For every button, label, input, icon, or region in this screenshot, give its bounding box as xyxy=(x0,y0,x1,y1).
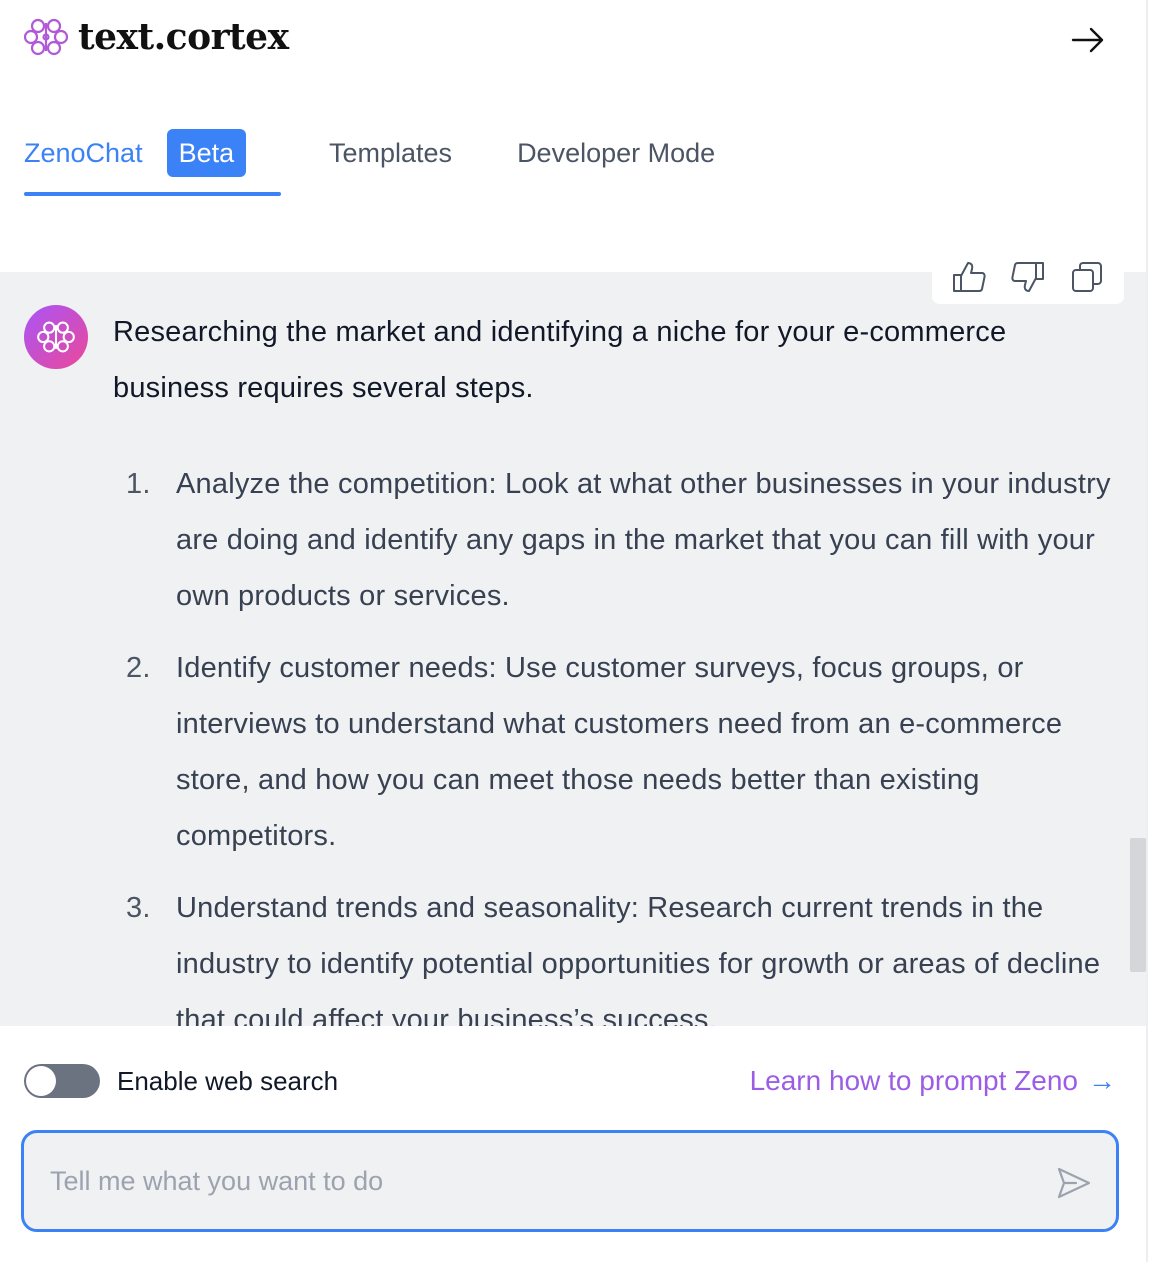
prompt-input-box xyxy=(21,1130,1119,1232)
list-item: 2. Identify customer needs: Use customer… xyxy=(113,640,1123,864)
message-actions xyxy=(932,250,1124,304)
list-item-number: 2. xyxy=(126,652,151,684)
logo: text.cortex xyxy=(24,16,289,58)
list-item-text: Understand trends and seasonality: Resea… xyxy=(176,892,1101,1026)
tab-templates[interactable]: Templates xyxy=(329,128,452,178)
active-tab-indicator xyxy=(24,192,281,196)
learn-prompting-link[interactable]: Learn how to prompt Zeno → xyxy=(750,1064,1116,1098)
arrow-right-icon xyxy=(1071,27,1104,53)
brain-icon xyxy=(37,321,75,353)
list-item-text: Identify customer needs: Use customer su… xyxy=(176,652,1063,852)
sidebar-panel: text.cortex ZenoChat Beta Templates Deve… xyxy=(0,0,1150,1262)
toggle-knob xyxy=(26,1066,56,1096)
header: text.cortex xyxy=(0,0,1146,80)
brain-icon xyxy=(24,18,68,56)
tab-bar: ZenoChat Beta Templates Developer Mode xyxy=(24,128,715,198)
brand-name: text.cortex xyxy=(78,16,289,58)
beta-badge: Beta xyxy=(166,129,247,177)
assistant-message: Researching the market and identifying a… xyxy=(113,316,1007,404)
thumbs-down-icon xyxy=(1011,262,1044,292)
learn-link-text: Learn how to prompt Zeno xyxy=(749,1065,1078,1096)
collapse-button[interactable] xyxy=(1068,20,1108,60)
list-item: 3. Understand trends and seasonality: Re… xyxy=(113,880,1123,1026)
list-item: 1. Analyze the competition: Look at what… xyxy=(113,456,1123,624)
assistant-avatar xyxy=(24,305,88,369)
like-button[interactable] xyxy=(949,257,989,297)
chat-area: Researching the market and identifying a… xyxy=(0,250,1146,1026)
arrow-right-icon: → xyxy=(1088,1065,1116,1096)
send-button[interactable] xyxy=(1054,1163,1094,1203)
composer-area: Enable web search Learn how to prompt Ze… xyxy=(0,1026,1146,1262)
panel-border xyxy=(1146,0,1148,1262)
web-search-label: Enable web search xyxy=(117,1066,339,1096)
tab-templates-label: Templates xyxy=(329,137,453,168)
thumbs-up-icon xyxy=(953,262,986,292)
tab-zenochat-label: ZenoChat xyxy=(24,137,143,168)
list-item-text: Analyze the competition: Look at what ot… xyxy=(176,468,1111,612)
tab-developer-mode[interactable]: Developer Mode xyxy=(517,128,715,178)
dislike-button[interactable] xyxy=(1008,257,1048,297)
copy-button[interactable] xyxy=(1067,257,1107,297)
copy-icon xyxy=(1071,262,1102,292)
list-item-number: 3. xyxy=(126,892,151,924)
tab-zenochat[interactable]: ZenoChat Beta xyxy=(24,128,281,196)
web-search-toggle[interactable] xyxy=(24,1064,100,1098)
steps-list: 1. Analyze the competition: Look at what… xyxy=(113,456,1123,1026)
scrollbar-thumb[interactable] xyxy=(1130,838,1146,972)
tab-developer-mode-label: Developer Mode xyxy=(517,137,716,168)
send-icon xyxy=(1057,1167,1091,1199)
list-item-number: 1. xyxy=(126,468,151,500)
prompt-input[interactable] xyxy=(50,1161,1010,1201)
